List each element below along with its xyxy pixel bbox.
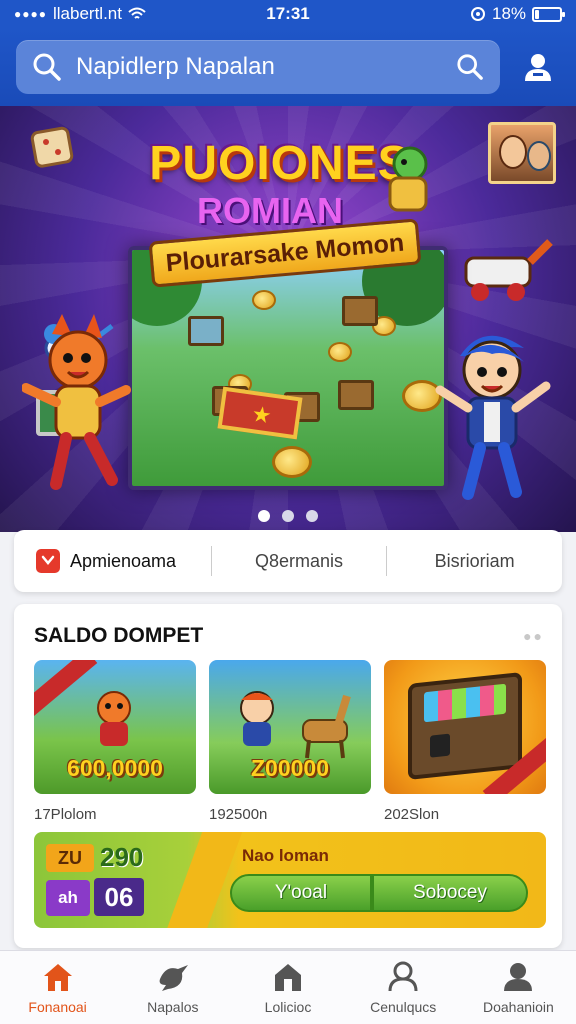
bird-icon [159, 964, 188, 991]
signal-icon: ●●●● [14, 7, 47, 21]
nav-label: Cenulqucs [370, 998, 437, 1015]
giraffe-icon [302, 694, 351, 759]
flag-icon [36, 549, 60, 573]
search-submit-icon[interactable] [456, 53, 484, 81]
fox-character-icon [97, 691, 131, 746]
green-character-icon [388, 146, 428, 212]
search-bar[interactable]: Napidlerp Napalan [16, 40, 500, 94]
fox-character-icon [22, 314, 131, 490]
card-caption: 17Plolom [34, 806, 97, 823]
card-value: Z00000 [250, 755, 329, 781]
user-icon [525, 54, 551, 81]
promo-banner[interactable]: PUOIONES ROMIAN Plourarsake Momon [0, 106, 576, 532]
bonus-value: 290 [100, 842, 144, 872]
avatar-thumbnail[interactable] [488, 122, 556, 184]
carrier-name: llabertl.nt [53, 4, 122, 23]
profile-button[interactable] [516, 45, 560, 89]
wallet-section: SALDO DOMPET ●● 600,0000 17Plolom Z00000… [14, 604, 562, 948]
card-image [384, 660, 546, 794]
tab-label: Q8ermanis [254, 550, 344, 571]
toy-car-icon [464, 239, 553, 301]
nav-item-napalos[interactable]: Napalos [115, 951, 230, 1024]
tab-apmienoama[interactable]: Apmienoama [14, 546, 211, 576]
nav-label: Lolicioc [264, 998, 312, 1015]
dice-icon [30, 126, 74, 168]
carousel-dot[interactable] [258, 510, 270, 522]
mystery-box-icon [408, 672, 522, 780]
bottom-nav: Fonanoai Napalos Lolicioc Cenulqucs Doah… [0, 950, 576, 1024]
user-icon [388, 961, 418, 991]
bonus-right-button[interactable]: Sobocey [372, 874, 528, 912]
tab-q8ermanis[interactable]: Q8ermanis [210, 546, 387, 576]
carousel-dots[interactable] [0, 510, 576, 522]
location-icon [470, 7, 485, 21]
hero-character-icon [435, 335, 551, 500]
bonus-left-button[interactable]: Y'ooal [230, 874, 372, 912]
card-image: Z00000 [209, 660, 371, 794]
wallet-card[interactable]: Z00000 192500n [209, 660, 371, 823]
nav-item-lolicioc[interactable]: Lolicioc [230, 951, 345, 1024]
card-value: 600,0000 [67, 755, 163, 781]
profile-icon [504, 962, 533, 991]
bonus-badge: ZU [46, 844, 94, 872]
search-icon [33, 53, 61, 81]
status-time: 17:31 [266, 4, 310, 23]
house-icon [275, 963, 301, 991]
wifi-icon [128, 7, 146, 19]
tab-label: Apmienoama [70, 550, 177, 571]
wallet-card[interactable]: 600,0000 17Plolom [34, 660, 196, 823]
nav-label: Fonanoai [28, 998, 87, 1015]
card-image: 600,0000 [34, 660, 196, 794]
more-icon[interactable]: ●● [523, 628, 544, 644]
battery-icon [532, 6, 566, 22]
card-caption: 202Slon [384, 806, 440, 823]
carousel-dot[interactable] [282, 510, 294, 522]
nav-item-doahanioin[interactable]: Doahanioin [461, 951, 576, 1024]
search-input[interactable]: Napidlerp Napalan [76, 53, 442, 81]
tab-bisrioriam[interactable]: Bisrioriam [386, 546, 562, 576]
card-caption: 192500n [209, 806, 268, 823]
category-tabs: Apmienoama Q8ermanis Bisrioriam [14, 530, 562, 592]
app-header: Napidlerp Napalan [0, 28, 576, 106]
nav-label: Doahanioin [482, 998, 554, 1015]
wallet-card[interactable]: 202Slon [384, 660, 546, 823]
nav-item-cenulqucs[interactable]: Cenulqucs [346, 951, 461, 1024]
tab-label: Bisrioriam [434, 550, 515, 571]
bonus-bar: ZU 290 ah 06 Nao loman Y'ooal Sobocey [34, 832, 546, 928]
nav-label: Napalos [147, 998, 199, 1015]
status-bar: ●●●● llabertl.nt 17:31 18% [0, 0, 576, 28]
bonus-value: 06 [94, 878, 144, 916]
bonus-badge: ah [46, 880, 90, 916]
nav-item-fonanoai[interactable]: Fonanoai [0, 951, 115, 1024]
carousel-dot[interactable] [306, 510, 318, 522]
home-icon [43, 963, 72, 991]
hero-character-icon [240, 691, 274, 746]
battery-percent: 18% [491, 4, 527, 23]
bonus-label: Nao loman [242, 846, 329, 865]
section-title: SALDO DOMPET [34, 624, 204, 647]
